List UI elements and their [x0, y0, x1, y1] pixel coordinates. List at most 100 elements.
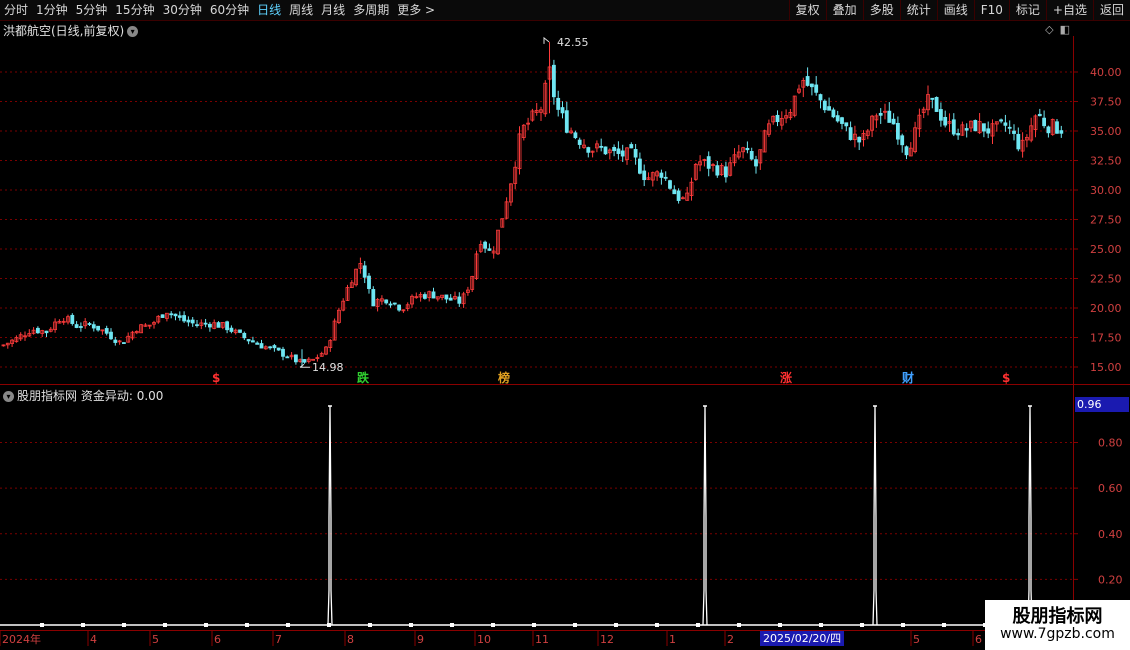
candle-body: [216, 322, 221, 328]
candle-body: [857, 136, 862, 143]
candle-body: [246, 339, 251, 342]
indicator-dot: [778, 623, 782, 627]
candle-body: [392, 302, 397, 305]
event-marker[interactable]: 涨: [780, 370, 792, 385]
indicator-spike: [872, 405, 878, 626]
candle-body: [44, 330, 49, 334]
event-marker[interactable]: 跌: [357, 370, 370, 385]
candle-body: [281, 348, 285, 357]
candle-body: [805, 76, 810, 86]
candle-body: [891, 118, 896, 125]
candle-body: [810, 83, 814, 88]
candle-body: [668, 180, 672, 189]
candle-body: [362, 265, 367, 278]
candle-body: [956, 133, 960, 136]
candle-body: [930, 97, 935, 100]
time-label: 5: [152, 633, 159, 646]
indicator-dot: [286, 623, 290, 627]
candle-body: [724, 166, 728, 178]
time-label: 9: [417, 633, 424, 646]
indicator-tick-label: 0.60: [1098, 482, 1123, 495]
indicator-dot: [901, 623, 905, 627]
indicator-current-value: 0.96: [1075, 397, 1129, 412]
time-label: 6: [975, 633, 982, 646]
indicator-dot: [737, 623, 741, 627]
indicator-tick-label: 0.40: [1098, 528, 1123, 541]
indicator-dot: [409, 623, 413, 627]
candle-body: [302, 359, 307, 363]
price-tick-label: 27.50: [1090, 214, 1122, 227]
candle-body: [457, 296, 462, 304]
candle-body: [552, 64, 556, 98]
indicator-dot: [163, 623, 167, 627]
candle-body: [397, 304, 402, 311]
candle-body: [384, 299, 389, 304]
candle-body: [663, 176, 668, 179]
candle-body: [422, 294, 427, 299]
candle-body: [827, 106, 831, 111]
watermark-logo-text: 股朋指标网: [1012, 606, 1103, 627]
event-marker[interactable]: 财: [901, 370, 914, 385]
indicator-dot: [40, 623, 44, 627]
high-label: 42.55: [557, 36, 589, 49]
time-label: 2: [727, 633, 734, 646]
indicator-dot: [368, 623, 372, 627]
candle-body: [1012, 130, 1016, 134]
candle-body: [844, 122, 849, 127]
main-grid: [0, 71, 1073, 368]
event-marker[interactable]: $: [1002, 371, 1010, 385]
candle-body: [745, 147, 750, 151]
candle-body: [431, 291, 436, 299]
candle-body: [900, 135, 905, 146]
candle-body: [448, 297, 453, 301]
time-label: 2024年: [2, 632, 41, 646]
candle-body: [818, 94, 823, 101]
indicator-dot: [942, 623, 946, 627]
candle-body: [229, 327, 234, 332]
event-marker[interactable]: 榜: [498, 370, 510, 385]
candle-body: [487, 248, 492, 251]
price-tick-label: 22.50: [1090, 273, 1122, 286]
candle-body: [190, 319, 195, 324]
candle-body: [272, 345, 277, 349]
candle-body: [195, 324, 199, 327]
indicator-dot: [245, 623, 249, 627]
candle-body: [573, 132, 578, 139]
candle-body: [706, 156, 711, 169]
indicator-dot: [860, 623, 864, 627]
candle-body: [186, 319, 191, 323]
candle-body: [70, 314, 75, 324]
candle-body: [91, 324, 96, 329]
candle-body: [388, 303, 393, 306]
candle-body: [259, 343, 264, 349]
candle-body: [255, 342, 260, 345]
event-marker[interactable]: $: [212, 371, 220, 385]
indicator-dot: [696, 623, 700, 627]
candle-body: [612, 147, 616, 152]
time-label: 11: [535, 633, 549, 646]
indicator-dot: [573, 623, 577, 627]
candle-body: [109, 331, 113, 340]
candle-body: [36, 327, 40, 334]
price-tick-label: 35.00: [1090, 125, 1122, 138]
indicator-tick-label: 0.20: [1098, 573, 1123, 586]
candle-body: [177, 315, 182, 318]
candle-body: [104, 328, 109, 334]
price-tick-label: 30.00: [1090, 184, 1122, 197]
chart-area[interactable]: 40.00 37.50 35.00 32.50 30.00 27.50 25.00 22.50…: [0, 0, 1130, 650]
candle-body: [113, 339, 118, 343]
candle-body: [1046, 126, 1051, 134]
indicator-series: [0, 405, 1073, 627]
candle-body: [242, 332, 247, 339]
candle-body: [896, 122, 900, 140]
time-label: 6: [214, 633, 221, 646]
indicator-dot: [532, 623, 536, 627]
candle-body: [225, 321, 230, 331]
candle-body: [276, 347, 281, 351]
time-label: 7: [275, 633, 282, 646]
candle-body: [638, 158, 642, 174]
candle-body: [986, 128, 991, 134]
candle-body: [285, 356, 290, 359]
candle-body: [96, 325, 100, 331]
time-label: 1: [669, 633, 676, 646]
